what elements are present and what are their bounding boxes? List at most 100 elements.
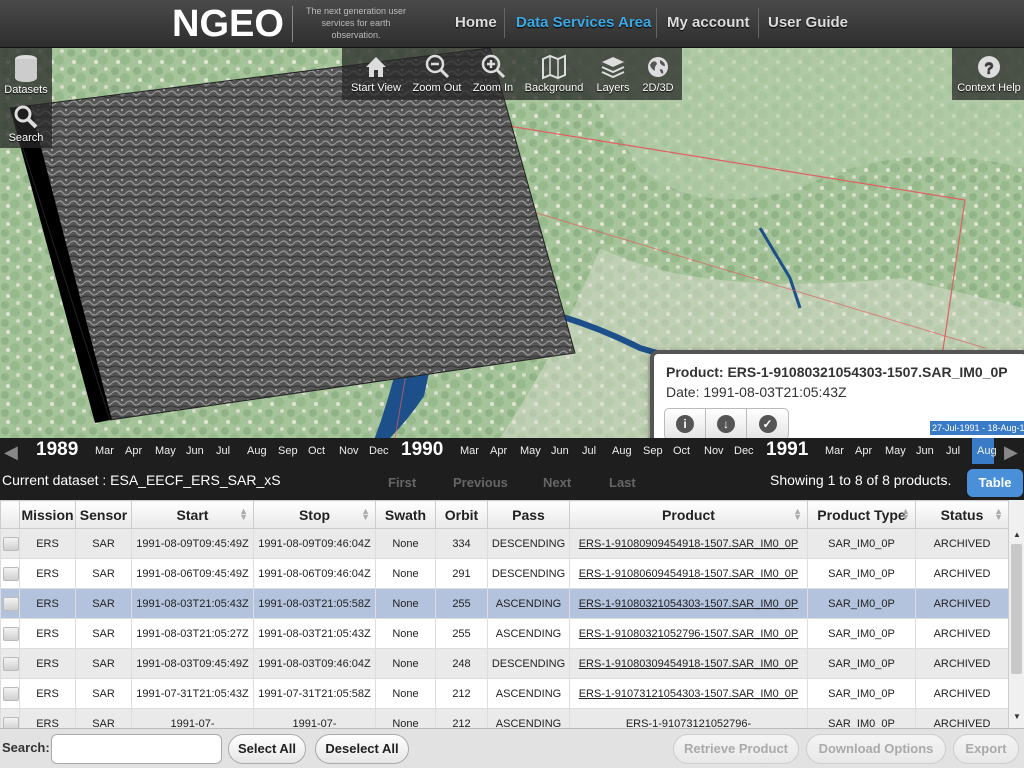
column-header-product[interactable]: Product ▲ ▼ <box>569 500 808 529</box>
row-checkbox[interactable] <box>0 528 20 559</box>
table-row[interactable]: ERS SAR 1991-08-03T09:45:49Z 1991-08-03T… <box>0 648 1009 679</box>
row-checkbox[interactable] <box>0 648 20 679</box>
cell-product[interactable]: ERS-1-91080309454918-1507.SAR_IM0_0P <box>569 648 808 679</box>
column-header-status[interactable]: Status ▲ ▼ <box>915 500 1009 529</box>
cell-product[interactable]: ERS-1-91080321054303-1507.SAR_IM0_0P <box>569 588 808 619</box>
column-header-stop[interactable]: Stop ▲ ▼ <box>253 500 376 529</box>
product-link[interactable]: ERS-1-91080909454918-1507.SAR_IM0_0P <box>579 538 799 550</box>
cell-product[interactable]: ERS-1-91073121054303-1507.SAR_IM0_0P <box>569 678 808 709</box>
column-label: Product <box>662 506 715 523</box>
background-button[interactable]: Background <box>522 54 586 94</box>
table-row[interactable]: ERS SAR 1991-08-03T21:05:27Z 1991-08-03T… <box>0 618 1009 649</box>
column-header-sensor[interactable]: Sensor <box>75 500 132 529</box>
product-link[interactable]: ERS-1-91073121054303-1507.SAR_IM0_0P <box>579 688 799 700</box>
table-search-input[interactable] <box>51 734 222 764</box>
product-link[interactable]: ERS-1-91080309454918-1507.SAR_IM0_0P <box>579 658 799 670</box>
year-label: 1991 <box>766 439 809 460</box>
pager-next[interactable]: Next <box>543 475 571 490</box>
select-all-button[interactable]: Select All <box>228 734 306 764</box>
column-header-swath[interactable]: Swath <box>375 500 436 529</box>
pager-first[interactable]: First <box>388 475 416 490</box>
cell-pass: DESCENDING <box>487 648 570 679</box>
pager-last[interactable]: Last <box>609 475 636 490</box>
cell-product[interactable]: ERS-1-91073121052796- <box>569 708 808 729</box>
table-row[interactable]: ERS SAR 1991-08-09T09:45:49Z 1991-08-09T… <box>0 528 1009 559</box>
product-link[interactable]: ERS-1-91080321054303-1507.SAR_IM0_0P <box>579 598 799 610</box>
row-checkbox[interactable] <box>0 708 20 728</box>
timeline-left-arrow[interactable]: ◀ <box>4 442 18 463</box>
cell-mission: ERS <box>19 708 76 728</box>
timeline-right-arrow[interactable]: ▶ <box>1004 442 1018 463</box>
month-label: Oct <box>673 445 691 457</box>
column-header-start[interactable]: Start ▲ ▼ <box>131 500 254 529</box>
table-row[interactable]: ERS SAR 1991-08-06T09:45:49Z 1991-08-06T… <box>0 558 1009 589</box>
zoom-out-button[interactable]: Zoom Out <box>408 54 466 94</box>
nav-data-services-area[interactable]: Data Services Area <box>516 14 651 31</box>
scroll-down-icon[interactable]: ▼ <box>1009 712 1024 726</box>
month-label: Oct <box>308 445 326 457</box>
row-checkbox[interactable] <box>0 678 20 709</box>
scroll-up-icon[interactable]: ▲ <box>1009 530 1024 544</box>
product-link[interactable]: ERS-1-91073121052796- <box>626 718 751 729</box>
pager-previous[interactable]: Previous <box>453 475 508 490</box>
column-header-mission[interactable]: Mission <box>19 500 76 529</box>
cell-mission: ERS <box>19 558 76 589</box>
cell-product[interactable]: ERS-1-91080321052796-1507.SAR_IM0_0P <box>569 618 808 649</box>
table-row[interactable]: ERS SAR 1991-07- 1991-07- None 212 ASCEN… <box>0 708 1009 729</box>
results-table: Mission Sensor Start ▲ ▼ Stop ▲ ▼ Swath Orbi… <box>0 500 1024 728</box>
cell-status: ARCHIVED <box>915 528 1009 559</box>
start-view-button[interactable]: Start View <box>348 54 404 94</box>
table-scrollbar[interactable]: ▲ ▼ <box>1008 500 1024 728</box>
deselect-all-button[interactable]: Deselect All <box>315 734 409 764</box>
nav-my-account[interactable]: My account <box>667 14 750 31</box>
cell-start: 1991-08-03T21:05:27Z <box>131 618 254 649</box>
column-label: Swath <box>384 506 427 523</box>
cell-product[interactable]: ERS-1-91080609454918-1507.SAR_IM0_0P <box>569 558 808 589</box>
row-checkbox[interactable] <box>0 558 20 589</box>
retrieve-product-button[interactable]: Retrieve Product <box>673 734 799 764</box>
nav-user-guide[interactable]: User Guide <box>768 14 848 31</box>
start-view-label: Start View <box>351 82 401 94</box>
popup-actions: i ↓ ✓ <box>664 408 789 438</box>
2d-3d-button[interactable]: 2D/3D <box>638 54 678 94</box>
column-header-pass[interactable]: Pass <box>487 500 570 529</box>
cell-mission: ERS <box>19 528 76 559</box>
table-row-selected[interactable]: ERS SAR 1991-08-03T21:05:43Z 1991-08-03T… <box>0 588 1009 619</box>
context-help-button[interactable]: ? Context Help <box>954 54 1024 94</box>
table-toggle-button[interactable]: Table <box>967 469 1023 497</box>
cell-swath: None <box>375 588 436 619</box>
column-label: Stop <box>298 506 331 523</box>
row-checkbox[interactable] <box>0 588 20 619</box>
cell-product[interactable]: ERS-1-91080909454918-1507.SAR_IM0_0P <box>569 528 808 559</box>
layers-button[interactable]: Layers <box>592 54 634 94</box>
column-label: Sensor <box>79 506 128 523</box>
table-row[interactable]: ERS SAR 1991-07-31T21:05:43Z 1991-07-31T… <box>0 678 1009 709</box>
cell-status: ARCHIVED <box>915 618 1009 649</box>
cell-sensor: SAR <box>75 678 132 709</box>
info-button[interactable]: i <box>665 409 706 438</box>
select-column-header <box>0 500 20 529</box>
product-link[interactable]: ERS-1-91080321052796-1507.SAR_IM0_0P <box>579 628 799 640</box>
month-label: Mar <box>825 445 844 457</box>
popup-product: Product: ERS-1-91080321054303-1507.SAR_I… <box>666 364 1008 380</box>
timeline[interactable]: ◀ ▶ 1989 Mar Apr May Jun Jul Aug Sep Oct… <box>0 438 1024 464</box>
download-button[interactable]: ↓ <box>706 409 747 438</box>
map-view[interactable]: Datasets Search Start View Zoom Out Zoom… <box>0 48 1024 438</box>
zoom-in-button[interactable]: Zoom In <box>470 54 516 94</box>
product-link[interactable]: ERS-1-91080609454918-1507.SAR_IM0_0P <box>579 568 799 580</box>
row-checkbox[interactable] <box>0 618 20 649</box>
export-button[interactable]: Export <box>953 734 1019 764</box>
scroll-thumb[interactable] <box>1011 544 1022 674</box>
search-button[interactable]: Search <box>2 104 50 144</box>
download-options-button[interactable]: Download Options <box>806 734 946 764</box>
month-label: May <box>155 445 176 457</box>
column-header-orbit[interactable]: Orbit <box>435 500 488 529</box>
table-header: Mission Sensor Start ▲ ▼ Stop ▲ ▼ Swath Orbi… <box>0 500 1009 529</box>
datasets-button[interactable]: Datasets <box>2 54 50 96</box>
cell-product-type: SAR_IM0_0P <box>807 558 916 589</box>
timeline-selection-dates: 27-Jul-1991 - 18-Aug-1 <box>930 421 1024 435</box>
column-header-product-type[interactable]: Product Type ▲ ▼ <box>807 500 916 529</box>
select-button[interactable]: ✓ <box>747 409 788 438</box>
cell-sensor: SAR <box>75 528 132 559</box>
nav-home[interactable]: Home <box>455 14 497 31</box>
